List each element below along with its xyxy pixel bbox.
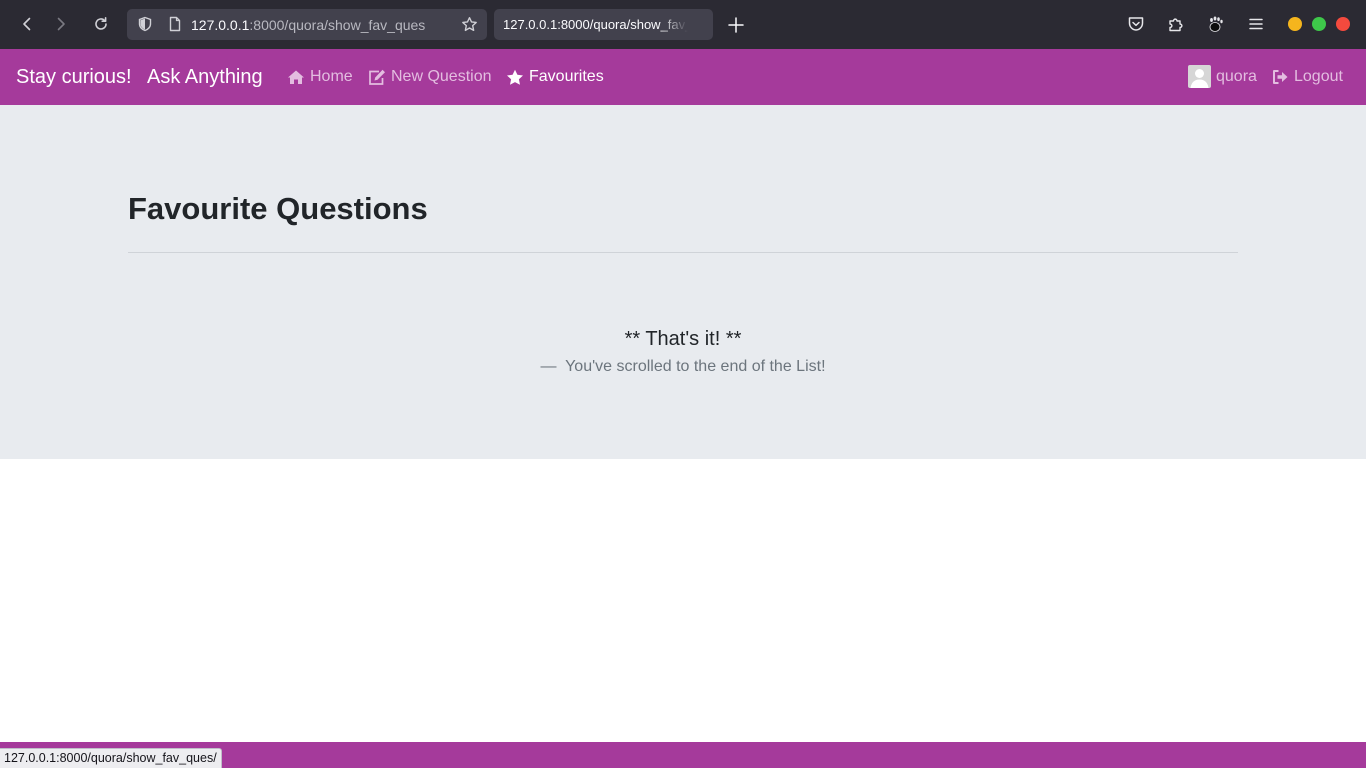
extension-button[interactable]: [1205, 13, 1227, 35]
page-title: Favourite Questions: [128, 191, 428, 226]
end-of-list-title: ** That's it! **: [624, 328, 742, 350]
edit-icon: [369, 69, 385, 85]
url-text[interactable]: 127.0.0.1:8000/quora/show_fav_ques: [191, 17, 441, 33]
user-profile-link[interactable]: quora: [1188, 65, 1257, 88]
divider: [128, 252, 1238, 253]
puzzle-icon: [1169, 18, 1183, 32]
plus-icon: [728, 17, 744, 33]
url-bar[interactable]: 127.0.0.1:8000/quora/show_fav_ques: [127, 9, 487, 40]
tab-title: 127.0.0.1:8000/quora/show_fav_ques/: [503, 17, 688, 32]
forward-button[interactable]: [49, 12, 73, 36]
sign-out-icon: [1273, 70, 1288, 84]
logout-label: Logout: [1294, 68, 1343, 85]
back-button[interactable]: [15, 12, 39, 36]
logout-link[interactable]: Logout: [1272, 68, 1343, 86]
close-button[interactable]: [1336, 17, 1350, 31]
end-of-list-text: You've scrolled to the end of the List!: [565, 358, 826, 375]
menu-button[interactable]: [1245, 13, 1267, 35]
hamburger-icon: [1249, 18, 1263, 30]
new-tab-button[interactable]: [724, 13, 748, 37]
status-bar-url: 127.0.0.1:8000/quora/show_fav_ques/: [0, 748, 222, 768]
forward-arrow-icon: [57, 17, 65, 31]
minimize-button[interactable]: [1288, 17, 1302, 31]
extensions-button[interactable]: [1165, 13, 1187, 35]
home-icon: [288, 70, 304, 84]
user-name: quora: [1216, 67, 1257, 85]
nav-favourites-link[interactable]: Favourites: [506, 68, 604, 86]
favourites-jumbotron: Favourite Questions ** That's it! ** — Y…: [0, 105, 1366, 459]
tagline-link[interactable]: Ask Anything: [147, 66, 263, 89]
browser-toolbar: 127.0.0.1:8000/quora/show_fav_ques 127.0…: [0, 0, 1366, 49]
site-navbar: Stay curious! Ask Anything Home New Ques…: [0, 49, 1366, 105]
url-host: 127.0.0.1: [191, 17, 250, 33]
reload-button[interactable]: [89, 12, 113, 36]
star-icon: [507, 69, 523, 85]
gnome-foot-icon: [1209, 16, 1223, 32]
end-of-list-subtitle: — You've scrolled to the end of the List…: [540, 358, 826, 375]
avatar: [1188, 65, 1211, 88]
back-arrow-icon: [23, 17, 31, 31]
page-icon: [169, 16, 181, 32]
pocket-icon: [1128, 17, 1144, 31]
nav-new-question-link[interactable]: New Question: [368, 68, 492, 86]
url-path: :8000/quora/show_fav_ques: [249, 17, 426, 33]
maximize-button[interactable]: [1312, 17, 1326, 31]
reload-icon: [95, 17, 107, 30]
nav-favourites-label: Favourites: [529, 68, 604, 85]
brand-link[interactable]: Stay curious!: [16, 66, 132, 89]
browser-tab[interactable]: 127.0.0.1:8000/quora/show_fav_ques/: [494, 9, 713, 40]
nav-home-link[interactable]: Home: [287, 68, 353, 86]
nav-home-label: Home: [310, 68, 353, 85]
nav-new-question-label: New Question: [391, 68, 492, 85]
shield-icon[interactable]: [137, 16, 153, 32]
pocket-button[interactable]: [1125, 13, 1147, 35]
bookmark-star-icon[interactable]: [461, 16, 478, 33]
